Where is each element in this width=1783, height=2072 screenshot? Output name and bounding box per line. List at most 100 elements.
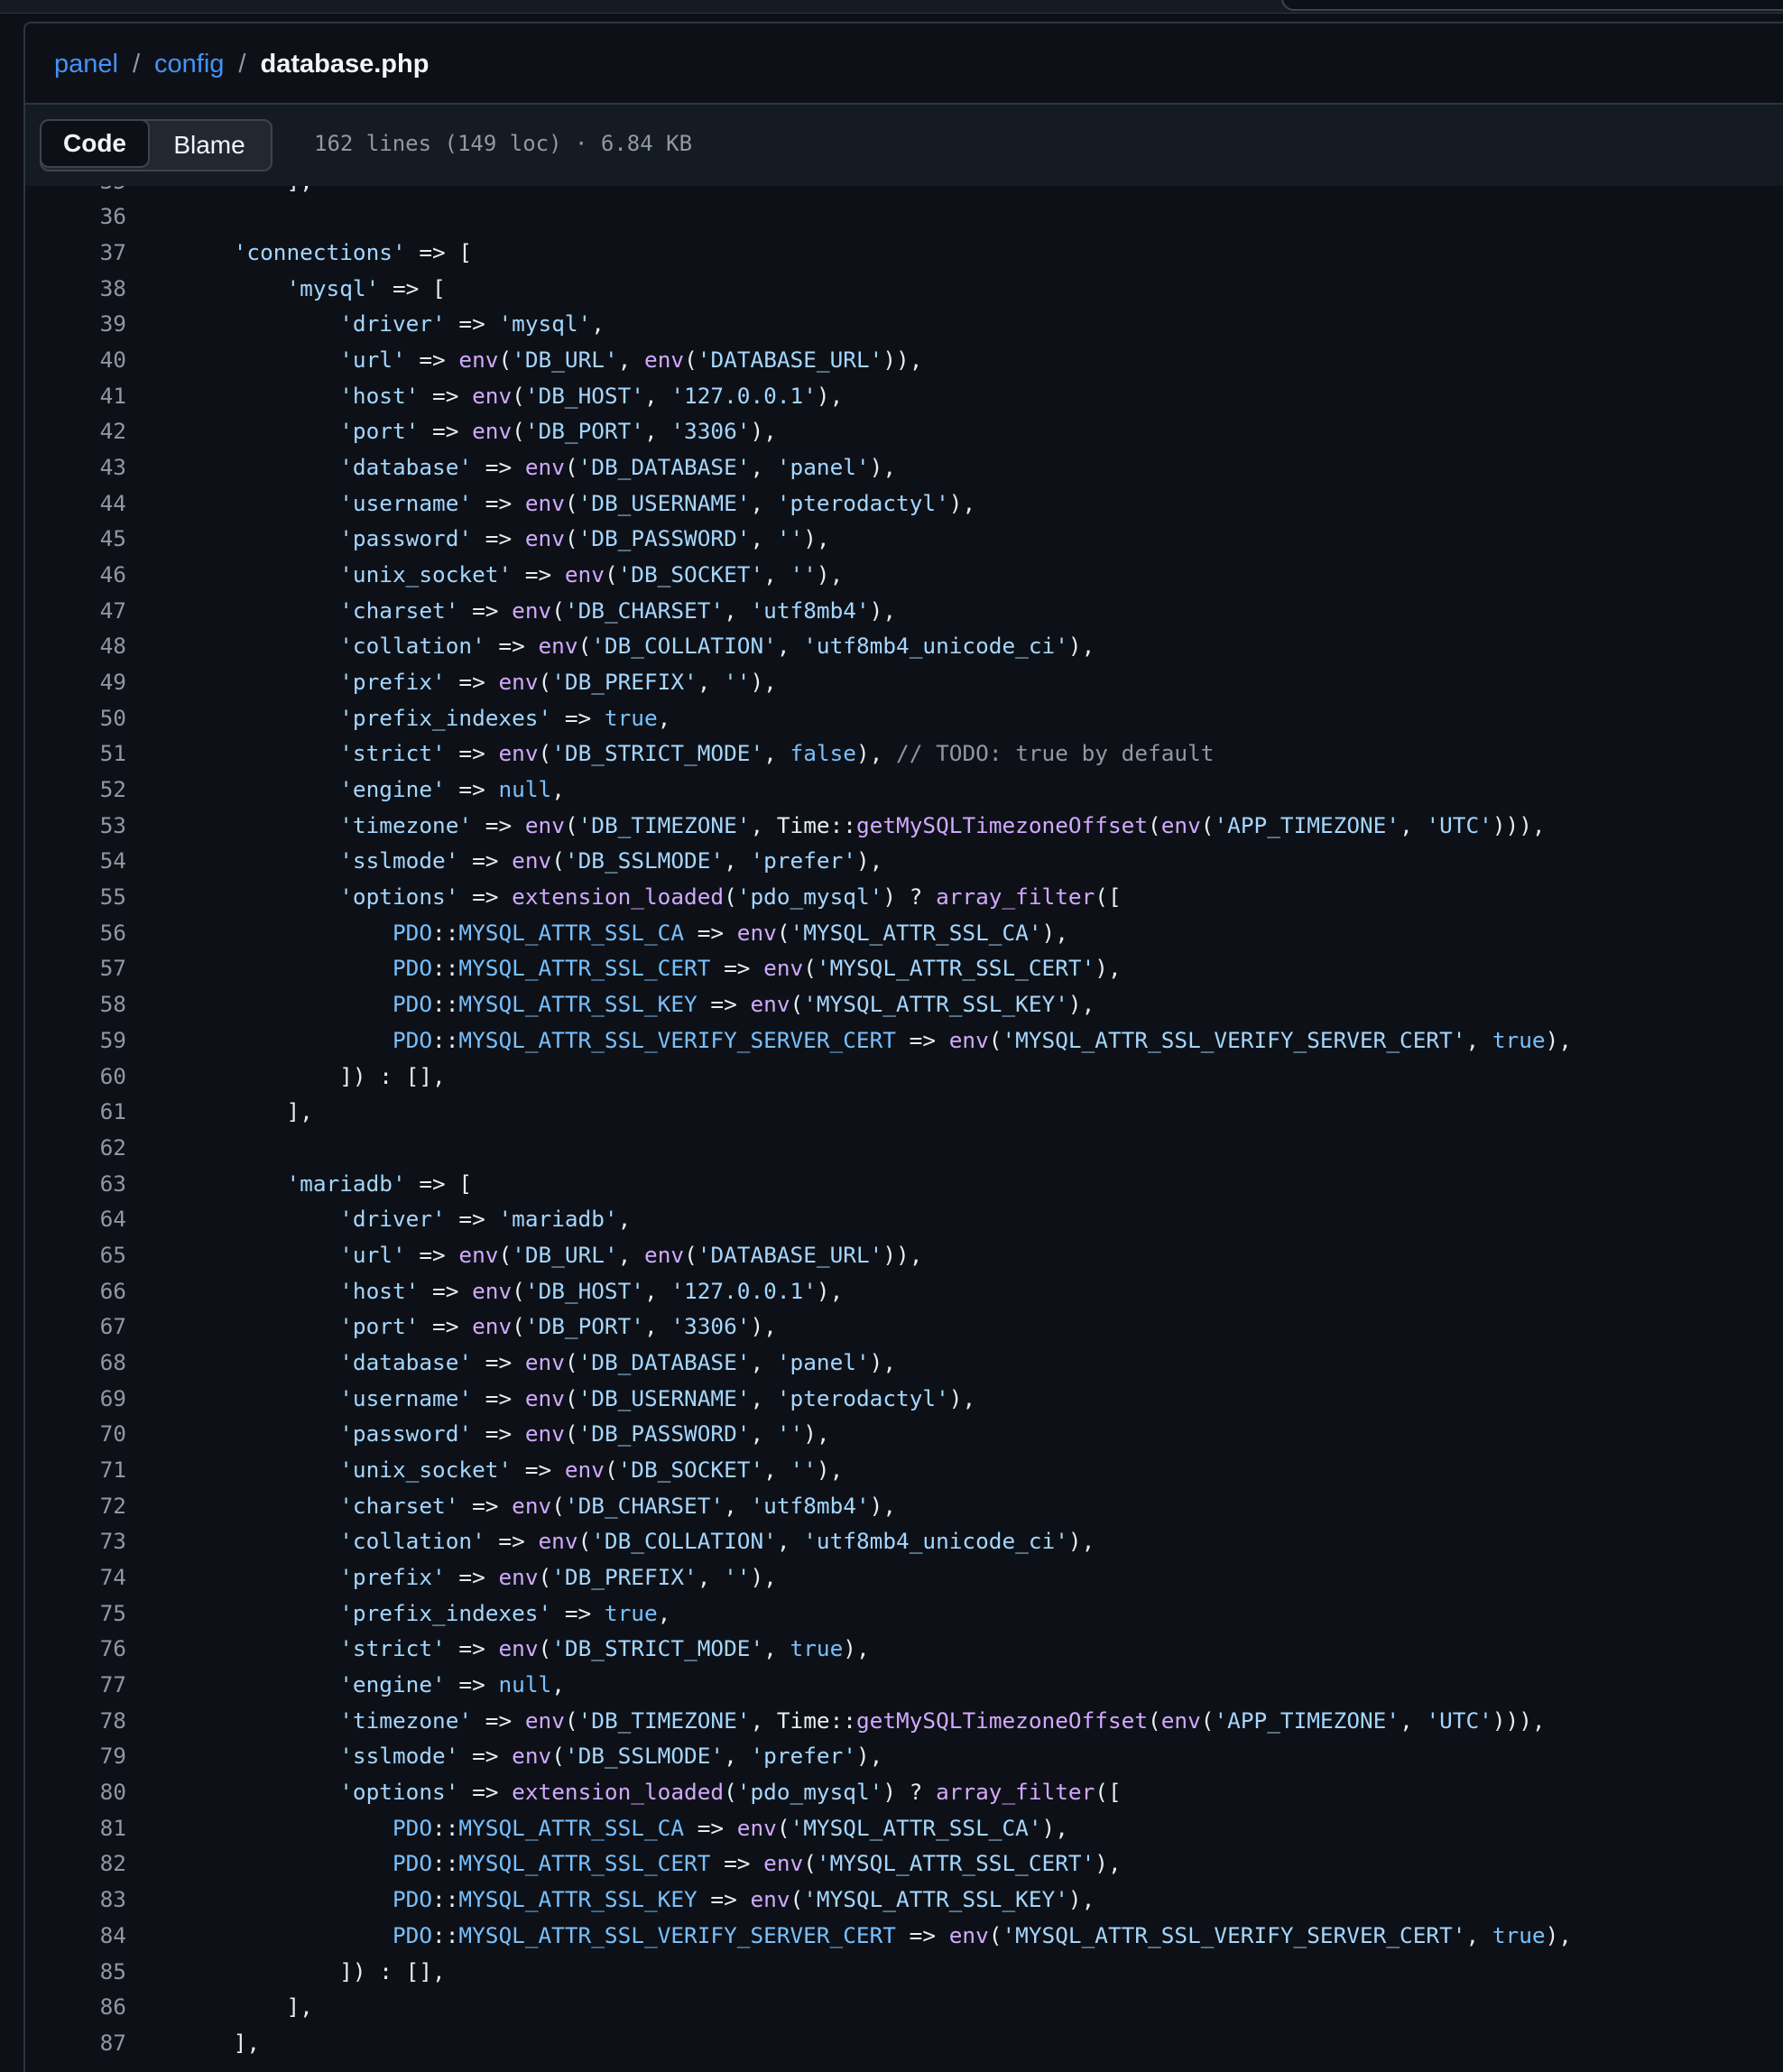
code-token: 'sslmode' <box>339 1743 459 1770</box>
line-number[interactable]: 56 <box>25 920 126 946</box>
line-number[interactable]: 74 <box>25 1564 126 1590</box>
code-text: 'mysql' => [ <box>180 275 445 301</box>
line-number[interactable]: 42 <box>25 418 126 444</box>
line-number[interactable]: 58 <box>25 991 126 1017</box>
code-token: ( <box>564 525 578 552</box>
code-token: , <box>763 740 790 767</box>
code-text: ]) : [], <box>180 1958 446 1984</box>
code-token: => <box>551 1599 605 1626</box>
code-line: 54 'sslmode' => env('DB_SSLMODE', 'prefe… <box>25 843 1783 879</box>
code-token: , <box>551 1671 565 1698</box>
code-token: ( <box>564 1384 578 1411</box>
line-number[interactable]: 64 <box>25 1206 126 1232</box>
line-number[interactable]: 39 <box>25 310 126 337</box>
code-token: ( <box>776 1814 790 1841</box>
line-number[interactable]: 38 <box>25 275 126 301</box>
line-number[interactable]: 69 <box>25 1385 126 1411</box>
line-number[interactable]: 63 <box>25 1170 126 1197</box>
code-token: ( <box>564 1348 578 1375</box>
line-number[interactable]: 80 <box>25 1779 126 1805</box>
code-token: PDO <box>392 991 433 1018</box>
line-number[interactable]: 46 <box>25 561 126 587</box>
code-token: 'MYSQL_ATTR_SSL_CERT' <box>816 1850 1095 1877</box>
line-number[interactable]: 57 <box>25 955 126 981</box>
line-number[interactable]: 44 <box>25 490 126 516</box>
line-number[interactable]: 53 <box>25 812 126 838</box>
line-number[interactable]: 76 <box>25 1635 126 1661</box>
line-number[interactable]: 67 <box>25 1313 126 1339</box>
line-number[interactable]: 81 <box>25 1815 126 1841</box>
code-token: env <box>538 1528 578 1555</box>
code-token: , <box>551 776 565 803</box>
code-token: ( <box>512 1277 525 1304</box>
line-number[interactable]: 47 <box>25 597 126 624</box>
line-number[interactable]: 82 <box>25 1850 126 1876</box>
line-number[interactable]: 78 <box>25 1707 126 1734</box>
line-number[interactable]: 50 <box>25 705 126 731</box>
line-number[interactable]: 79 <box>25 1743 126 1769</box>
line-number[interactable]: 72 <box>25 1493 126 1519</box>
code-token: env <box>1160 811 1201 838</box>
line-number[interactable]: 61 <box>25 1098 126 1124</box>
code-text: PDO::MYSQL_ATTR_SSL_CERT => env('MYSQL_A… <box>180 955 1122 981</box>
line-number[interactable]: 70 <box>25 1420 126 1447</box>
line-number[interactable]: 71 <box>25 1457 126 1483</box>
line-number[interactable]: 73 <box>25 1528 126 1554</box>
line-number[interactable]: 43 <box>25 454 126 480</box>
line-number[interactable]: 49 <box>25 669 126 695</box>
line-number[interactable]: 52 <box>25 776 126 802</box>
code-token: 'DB_PASSWORD' <box>577 525 751 552</box>
line-number[interactable]: 87 <box>25 2030 126 2056</box>
line-number[interactable]: 48 <box>25 633 126 659</box>
line-number[interactable]: 36 <box>25 203 126 229</box>
line-number[interactable]: 45 <box>25 525 126 551</box>
line-number[interactable]: 40 <box>25 347 126 373</box>
line-number[interactable]: 59 <box>25 1027 126 1053</box>
line-number[interactable]: 84 <box>25 1922 126 1948</box>
line-number[interactable]: 65 <box>25 1242 126 1268</box>
code-token: => <box>419 382 473 409</box>
code-line: 86 ], <box>25 1989 1783 2025</box>
code-token: => <box>419 418 473 445</box>
breadcrumb-repo-link[interactable]: panel <box>54 50 118 79</box>
code-token: => <box>485 633 539 660</box>
code-token: => <box>445 1206 499 1233</box>
line-number[interactable]: 86 <box>25 1993 126 2020</box>
code-token: , <box>617 346 645 373</box>
line-number[interactable]: 41 <box>25 383 126 409</box>
line-number[interactable]: 60 <box>25 1063 126 1089</box>
top-search-field[interactable] <box>1281 0 1783 11</box>
code-token: env <box>538 633 578 660</box>
blame-view-button[interactable]: Blame <box>148 121 271 170</box>
code-token: ( <box>498 346 513 373</box>
code-token: ), <box>1067 991 1095 1018</box>
code-view-button[interactable]: Code <box>42 121 150 168</box>
line-number[interactable]: 51 <box>25 740 126 766</box>
code-token: , <box>750 1420 777 1448</box>
line-number[interactable]: 83 <box>25 1886 126 1912</box>
line-number[interactable]: 35 <box>25 186 126 194</box>
breadcrumb-folder-link[interactable]: config <box>154 50 224 79</box>
code-token: 'prefix' <box>339 1564 446 1591</box>
line-number[interactable]: 68 <box>25 1349 126 1375</box>
code-line: 55 'options' => extension_loaded('pdo_my… <box>25 879 1783 915</box>
line-number[interactable]: 85 <box>25 1958 126 1984</box>
code-token: MYSQL_ATTR_SSL_CERT <box>458 1850 711 1877</box>
line-number[interactable]: 77 <box>25 1671 126 1697</box>
code-token: ), <box>750 669 777 696</box>
line-number[interactable]: 54 <box>25 847 126 874</box>
line-number[interactable]: 37 <box>25 239 126 265</box>
code-token: , <box>644 1277 671 1304</box>
line-number[interactable]: 62 <box>25 1134 126 1161</box>
line-number[interactable]: 66 <box>25 1278 126 1304</box>
line-number[interactable]: 75 <box>25 1600 126 1626</box>
code-token: 'DB_SSLMODE' <box>564 847 725 874</box>
line-number[interactable]: 55 <box>25 883 126 910</box>
code-token: true <box>1492 1026 1546 1053</box>
code-viewer[interactable]: 35 ],3637 'connections' => [38 'mysql' =… <box>25 186 1783 2056</box>
